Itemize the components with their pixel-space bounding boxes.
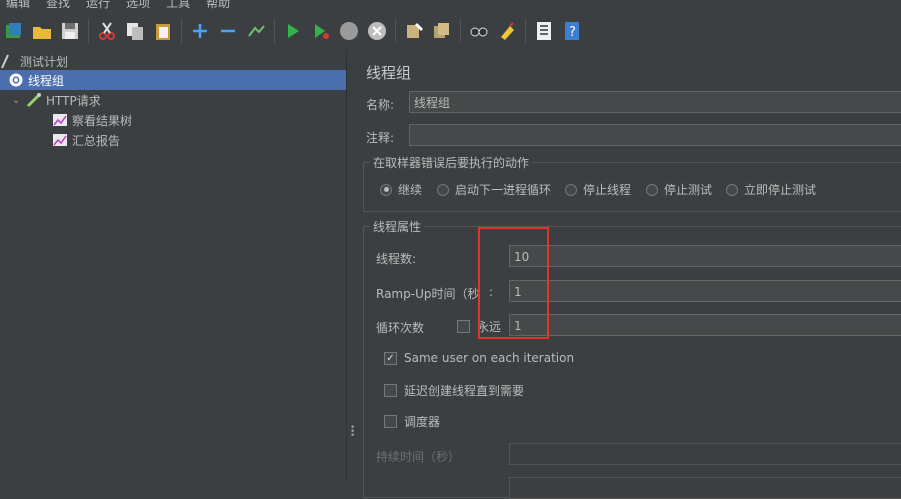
menu-edit[interactable]: 编辑 — [6, 0, 30, 12]
error-action-title: 在取样器错误后要执行的动作 — [370, 154, 533, 171]
same-user-checkbox[interactable]: ✓ Same user on each iteration — [384, 351, 574, 365]
save-icon[interactable] — [59, 20, 81, 42]
menu-search[interactable]: 查找 — [46, 0, 70, 12]
radio-icon — [726, 183, 738, 196]
delay-thread-creation-checkbox[interactable]: 延迟创建线程直到需要 — [384, 382, 524, 399]
test-plan-icon — [0, 53, 16, 69]
checkmark-icon: ✓ — [384, 351, 397, 365]
reset-search-icon[interactable] — [496, 20, 518, 42]
menu-tools[interactable]: 工具 — [166, 0, 190, 12]
menu-help[interactable]: 帮助 — [206, 0, 230, 12]
radio-selected-icon — [380, 183, 392, 196]
thread-properties-title: 线程属性 — [370, 218, 425, 235]
tree-node-summary-report[interactable]: 汇总报告 — [52, 130, 120, 150]
checkbox-icon — [384, 384, 397, 397]
remove-icon[interactable] — [217, 20, 239, 42]
comment-label: 注释: — [366, 131, 395, 145]
add-icon[interactable] — [189, 20, 211, 42]
duration-label: 持续时间（秒） — [376, 450, 461, 464]
pipette-icon — [26, 92, 42, 108]
stop-icon[interactable] — [338, 20, 360, 42]
radio-continue[interactable]: 继续 — [380, 181, 422, 198]
rampup-label: Ramp-Up时间（秒 — [376, 287, 480, 301]
toolbar: ? — [0, 12, 901, 50]
open-icon[interactable] — [31, 20, 53, 42]
shutdown-icon[interactable] — [366, 20, 388, 42]
duration-field[interactable] — [509, 443, 901, 465]
tree-node-view-results[interactable]: 察看结果树 — [52, 110, 132, 130]
function-helper-icon[interactable] — [533, 20, 555, 42]
thread-group-panel: 线程组 名称: 线程组 注释: 在取样器错误后要执行的动作 继续 启动下一进程循… — [356, 50, 901, 499]
radio-stop-test-now[interactable]: 立即停止测试 — [726, 181, 816, 198]
checkbox-icon — [384, 415, 397, 428]
tree-node-thread-group[interactable]: 线程组 — [0, 70, 346, 90]
scheduler-checkbox[interactable]: 调度器 — [384, 413, 440, 430]
name-field[interactable]: 线程组 — [409, 91, 901, 113]
help-icon[interactable]: ? — [561, 20, 583, 42]
comment-field[interactable] — [409, 124, 901, 146]
graph-icon — [52, 112, 68, 128]
menu-bar: 编辑 查找 运行 选项 工具 帮助 — [0, 0, 901, 12]
menu-run[interactable]: 运行 — [86, 0, 110, 12]
tree-node-test-plan[interactable]: 测试计划 — [0, 51, 68, 71]
menu-options[interactable]: 选项 — [126, 0, 150, 12]
threads-label: 线程数: — [376, 252, 417, 266]
tree-node-http-request[interactable]: ⌄ HTTP请求 — [12, 90, 101, 110]
paste-icon[interactable] — [152, 20, 174, 42]
loop-count-field[interactable]: 1 — [509, 314, 901, 336]
splitter-grip-icon[interactable]: • • • — [350, 424, 355, 441]
radio-icon — [646, 183, 658, 196]
start-icon[interactable] — [282, 20, 304, 42]
radio-icon — [565, 183, 577, 196]
radio-stop-thread[interactable]: 停止线程 — [565, 181, 631, 198]
chevron-down-icon[interactable]: ⌄ — [12, 95, 26, 106]
startup-delay-field[interactable] — [509, 477, 901, 499]
copy-icon[interactable] — [124, 20, 146, 42]
graph-icon — [52, 132, 68, 148]
search-icon[interactable] — [468, 20, 490, 42]
cut-icon[interactable] — [96, 20, 118, 42]
highlight-box — [478, 227, 549, 339]
svg-text:?: ? — [569, 25, 576, 40]
rampup-field[interactable]: 1 — [509, 280, 901, 302]
templates-icon[interactable] — [3, 20, 25, 42]
radio-start-next-loop[interactable]: 启动下一进程循环 — [437, 181, 551, 198]
loop-label: 循环次数 — [376, 321, 425, 335]
radio-stop-test[interactable]: 停止测试 — [646, 181, 712, 198]
radio-icon — [437, 183, 449, 196]
clear-all-icon[interactable] — [431, 20, 453, 42]
clear-icon[interactable] — [403, 20, 425, 42]
page-title: 线程组 — [366, 64, 412, 82]
gear-icon — [8, 72, 24, 88]
test-plan-tree: 测试计划 线程组 ⌄ HTTP请求 察看结果树 汇总报告 — [0, 50, 346, 481]
toggle-icon[interactable] — [245, 20, 267, 42]
threads-field[interactable]: 10 — [509, 245, 901, 267]
name-label: 名称: — [366, 98, 395, 112]
checkbox-icon — [457, 320, 470, 333]
start-no-pause-icon[interactable] — [310, 20, 332, 42]
